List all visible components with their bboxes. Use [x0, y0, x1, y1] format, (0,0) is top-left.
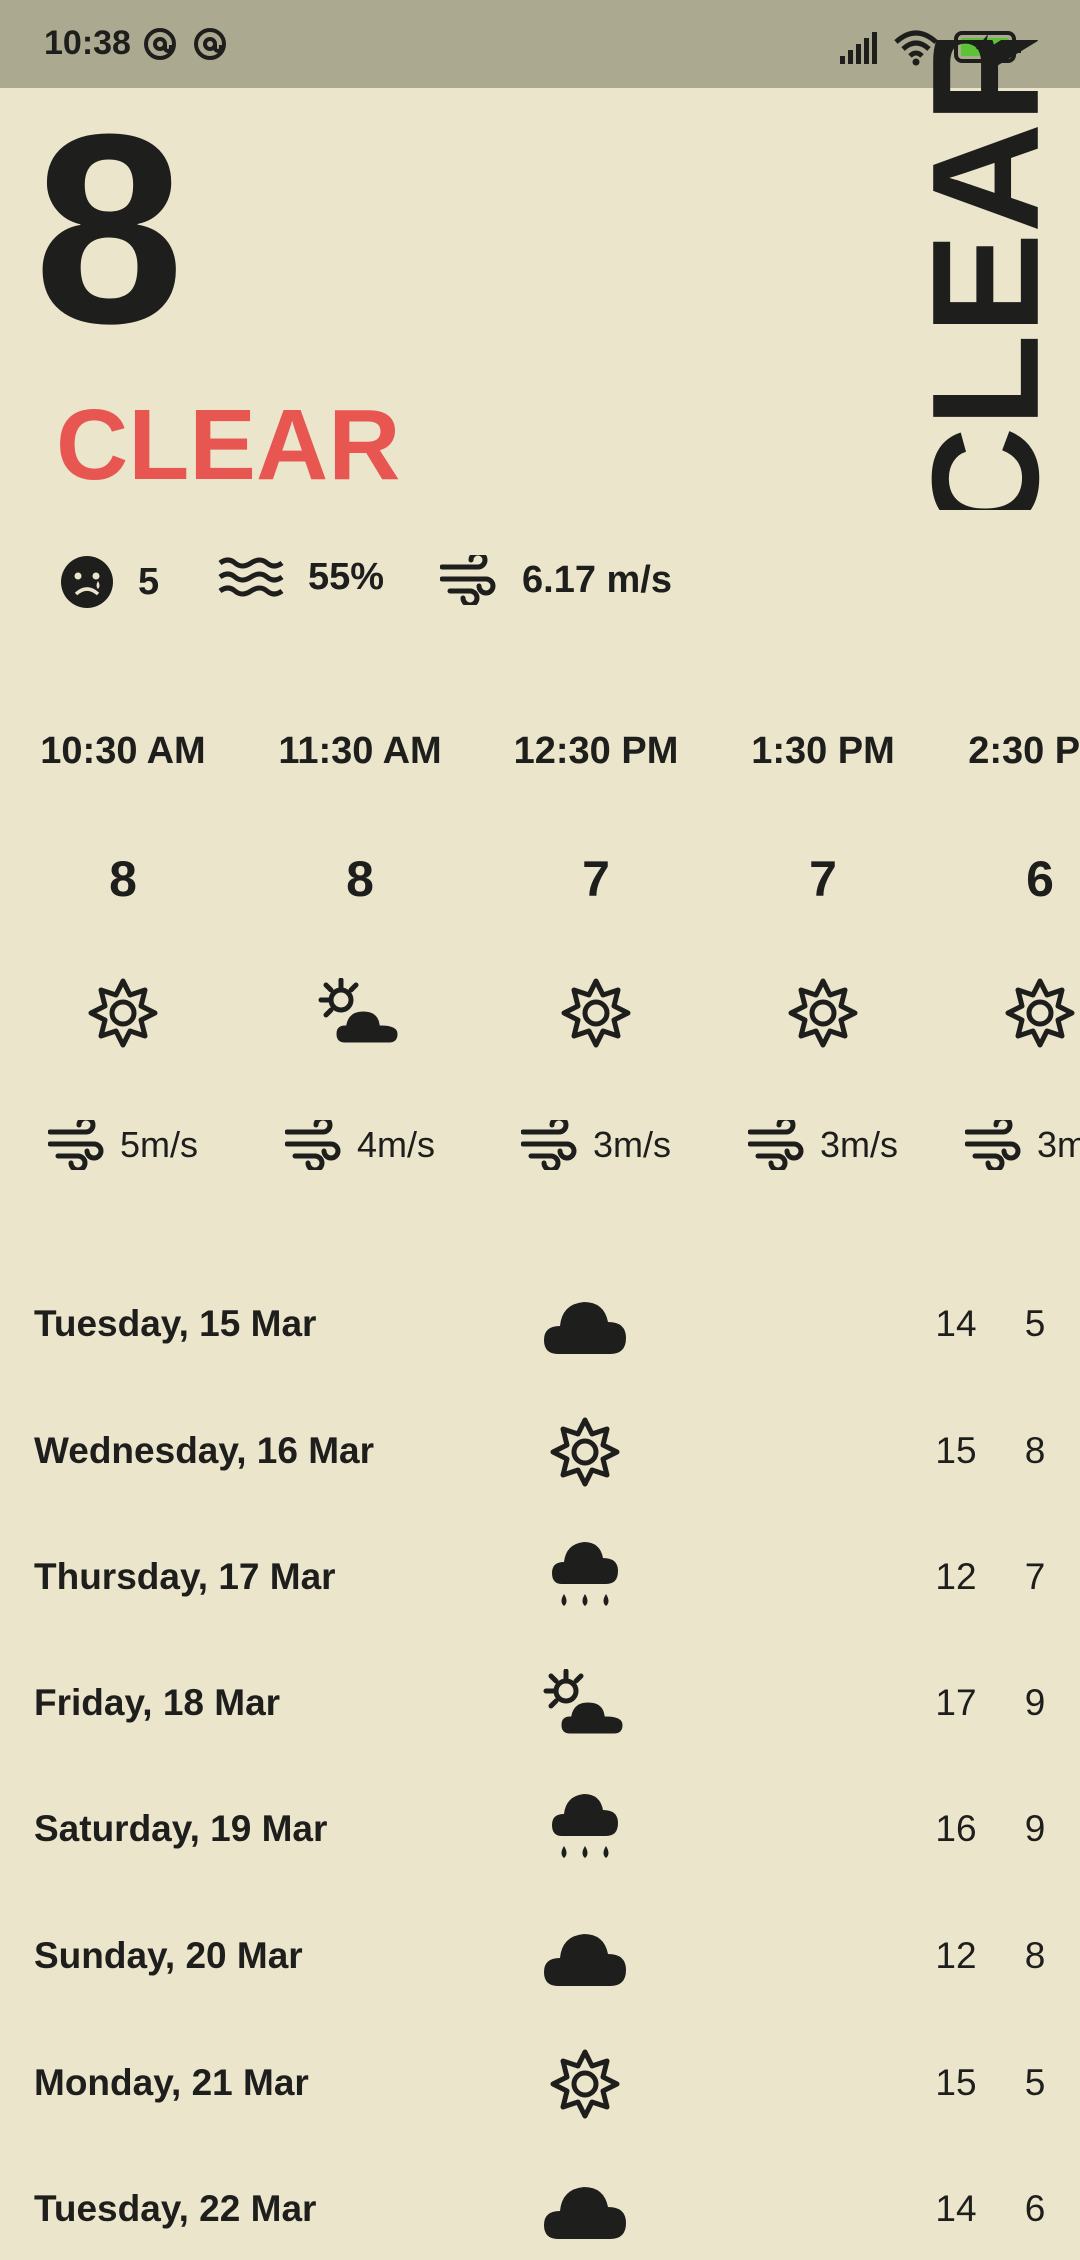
humidity-stat: 55% — [218, 555, 384, 599]
daily-row[interactable]: Friday, 18 Mar 17 9 — [0, 1654, 1080, 1754]
daily-row[interactable]: Tuesday, 22 Mar 14 6 — [0, 2160, 1080, 2260]
hourly-time: 12:30 PM — [513, 730, 679, 772]
sad-face-icon — [61, 556, 113, 608]
rain-icon — [552, 1542, 618, 1606]
sun-icon — [1005, 978, 1075, 1048]
wind-icon — [440, 555, 496, 605]
daily-high: 15 — [935, 1430, 977, 1471]
sun-icon — [788, 978, 858, 1048]
uv-index-stat: 5 — [60, 555, 159, 609]
hourly-wind: 4m/s — [356, 1124, 435, 1165]
daily-row[interactable]: Saturday, 19 Mar 16 9 — [0, 1780, 1080, 1880]
status-bar: 10:38 — [0, 0, 1080, 88]
daily-high: 17 — [935, 1682, 977, 1723]
daily-low: 9 — [1024, 1682, 1046, 1723]
hourly-temperature: 6 — [1026, 851, 1054, 907]
wind-value: 6.17 m/s — [522, 558, 672, 601]
daily-low: 9 — [1024, 1808, 1046, 1849]
partly-cloudy-icon — [543, 1669, 626, 1737]
wind-icon — [284, 1120, 341, 1170]
at-sign-icon — [144, 28, 176, 60]
daily-day: Thursday, 17 Mar — [34, 1556, 336, 1597]
hourly-time: 11:30 AM — [278, 730, 442, 772]
cloud-icon — [544, 2187, 626, 2239]
daily-day: Tuesday, 22 Mar — [34, 2188, 317, 2229]
daily-low: 5 — [1024, 1303, 1046, 1344]
hourly-time: 2:30 PM — [968, 730, 1080, 772]
daily-high: 14 — [935, 2188, 977, 2229]
daily-row[interactable]: Monday, 21 Mar 15 5 — [0, 2034, 1080, 2134]
sun-icon — [561, 978, 631, 1048]
hourly-temperature: 7 — [582, 851, 610, 907]
wind-icon — [964, 1120, 1021, 1170]
cloud-icon — [544, 1302, 626, 1354]
sun-icon — [88, 978, 158, 1048]
sun-icon — [550, 2049, 620, 2119]
current-temperature: 8 — [34, 79, 185, 380]
humidity-value: 55% — [308, 555, 385, 598]
daily-day: Friday, 18 Mar — [34, 1682, 281, 1723]
hourly-time: 1:30 PM — [751, 730, 895, 772]
status-time: 10:38 — [44, 24, 131, 62]
hourly-wind: 5m/s — [119, 1124, 198, 1165]
daily-day: Saturday, 19 Mar — [34, 1808, 328, 1849]
daily-day: Monday, 21 Mar — [34, 2062, 309, 2103]
daily-high: 15 — [935, 2062, 977, 2103]
at-sign-icon — [194, 28, 226, 60]
hourly-wind: 3m/s — [592, 1124, 671, 1165]
hourly-wind: 3m/s — [819, 1124, 898, 1165]
uv-index-value: 5 — [138, 560, 160, 603]
cloud-icon — [544, 1934, 626, 1986]
daily-day: Tuesday, 15 Mar — [34, 1303, 317, 1344]
current-condition: CLEAR — [56, 389, 401, 501]
daily-row[interactable]: Sunday, 20 Mar 12 8 — [0, 1907, 1080, 2007]
daily-high: 14 — [935, 1303, 977, 1344]
daily-low: 5 — [1024, 2062, 1046, 2103]
hourly-wind: 3m/s — [1036, 1124, 1080, 1165]
daily-high: 12 — [935, 1556, 977, 1597]
signal-icon — [840, 32, 877, 64]
wind-icon — [47, 1120, 104, 1170]
daily-low: 6 — [1024, 2188, 1046, 2229]
daily-low: 8 — [1024, 1430, 1046, 1471]
hourly-temperature: 8 — [346, 851, 374, 907]
humidity-waves-icon — [218, 557, 284, 597]
partly-cloudy-icon — [318, 978, 401, 1046]
daily-low: 8 — [1024, 1935, 1046, 1976]
daily-row[interactable]: Tuesday, 15 Mar 14 5 — [0, 1275, 1080, 1375]
daily-row[interactable]: Thursday, 17 Mar 12 7 — [0, 1528, 1080, 1628]
hourly-forecast[interactable]: 10:30 AM 8 5m/s 11:30 AM 8 4m/s 12:30 PM… — [0, 700, 1080, 1200]
hourly-temperature: 8 — [109, 851, 137, 907]
rain-icon — [552, 1794, 618, 1858]
daily-low: 7 — [1024, 1556, 1046, 1597]
sun-icon — [550, 1417, 620, 1487]
hourly-time: 10:30 AM — [40, 730, 206, 772]
daily-high: 12 — [935, 1935, 977, 1976]
daily-row[interactable]: Wednesday, 16 Mar 15 8 — [0, 1402, 1080, 1502]
daily-high: 16 — [935, 1808, 977, 1849]
vertical-condition-text: CLEAR — [926, 40, 1046, 510]
daily-day: Sunday, 20 Mar — [34, 1935, 303, 1976]
wind-stat: 6.17 m/s — [440, 555, 672, 605]
daily-day: Wednesday, 16 Mar — [34, 1430, 374, 1471]
wind-icon — [747, 1120, 804, 1170]
wind-icon — [520, 1120, 577, 1170]
vertical-condition-label: CLEAR — [926, 40, 1046, 510]
hourly-temperature: 7 — [809, 851, 837, 907]
